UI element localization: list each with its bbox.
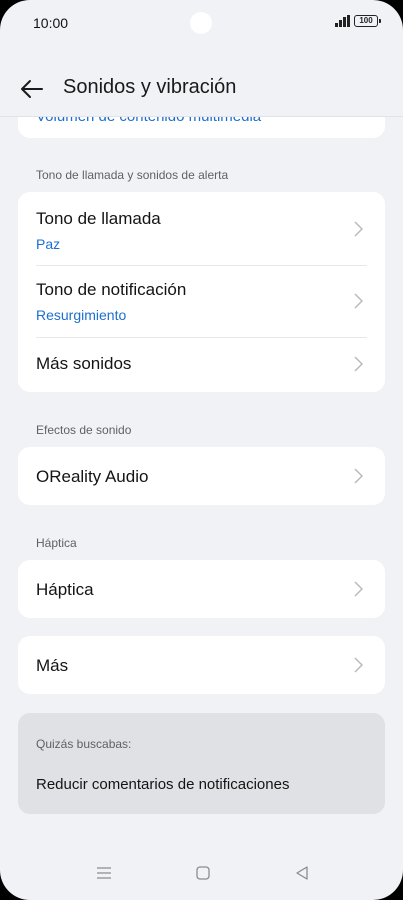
chevron-right-icon	[354, 581, 363, 597]
suggestion-label: Quizás buscabas:	[36, 737, 132, 751]
row-ringtone-value: Paz	[36, 236, 61, 252]
back-triangle-icon[interactable]	[295, 866, 309, 880]
row-ringtone[interactable]: Tono de llamada Paz	[18, 192, 385, 265]
section-label-ringtones: Tono de llamada y sonidos de alerta	[36, 168, 229, 182]
row-haptics[interactable]: Háptica	[18, 560, 385, 618]
header-divider	[0, 116, 403, 117]
row-more-sounds-title: Más sonidos	[36, 354, 132, 373]
row-notification-title: Tono de notificación	[36, 280, 187, 299]
page-title: Sonidos y vibración	[63, 76, 237, 98]
row-more[interactable]: Más	[18, 636, 385, 694]
menu-icon[interactable]	[96, 866, 112, 880]
chevron-right-icon	[354, 293, 363, 309]
more-card: Más	[18, 636, 385, 694]
section-label-effects: Efectos de sonido	[36, 423, 132, 437]
scrolled-card-clip: Volumen de contenido multimedia	[0, 116, 403, 138]
row-ringtone-title: Tono de llamada	[36, 209, 161, 228]
media-volume-label: Volumen de contenido multimedia	[36, 116, 262, 125]
status-time: 10:00	[33, 15, 69, 31]
home-icon[interactable]	[196, 866, 210, 880]
row-more-title: Más	[36, 656, 69, 675]
media-volume-card[interactable]: Volumen de contenido multimedia	[18, 116, 385, 138]
suggestion-link[interactable]: Reducir comentarios de notificaciones	[36, 776, 289, 793]
suggestion-card: Quizás buscabas: Reducir comentarios de …	[18, 713, 385, 814]
row-notification-tone[interactable]: Tono de notificación Resurgimiento	[18, 266, 385, 337]
back-arrow-icon[interactable]	[20, 78, 44, 100]
effects-card: OReality Audio	[18, 447, 385, 505]
phone-screen: 10:00 100 Sonidos y vibración Volumen de…	[0, 0, 403, 900]
row-oreality-title: OReality Audio	[36, 467, 149, 486]
row-notification-value: Resurgimiento	[36, 307, 127, 323]
status-bar: 10:00 100	[0, 0, 403, 46]
battery-icon: 100	[354, 15, 381, 27]
row-haptics-title: Háptica	[36, 580, 94, 599]
row-more-sounds[interactable]: Más sonidos	[18, 338, 385, 392]
app-header: Sonidos y vibración	[0, 70, 403, 110]
chevron-right-icon	[354, 221, 363, 237]
row-oreality-audio[interactable]: OReality Audio	[18, 447, 385, 505]
signal-icon	[335, 15, 350, 27]
battery-level: 100	[359, 16, 373, 25]
chevron-right-icon	[354, 356, 363, 372]
haptics-card: Háptica	[18, 560, 385, 618]
chevron-right-icon	[354, 657, 363, 673]
ringtones-card: Tono de llamada Paz Tono de notificación…	[18, 192, 385, 392]
camera-cutout	[190, 12, 212, 34]
section-label-haptics: Háptica	[36, 536, 77, 550]
chevron-right-icon	[354, 468, 363, 484]
